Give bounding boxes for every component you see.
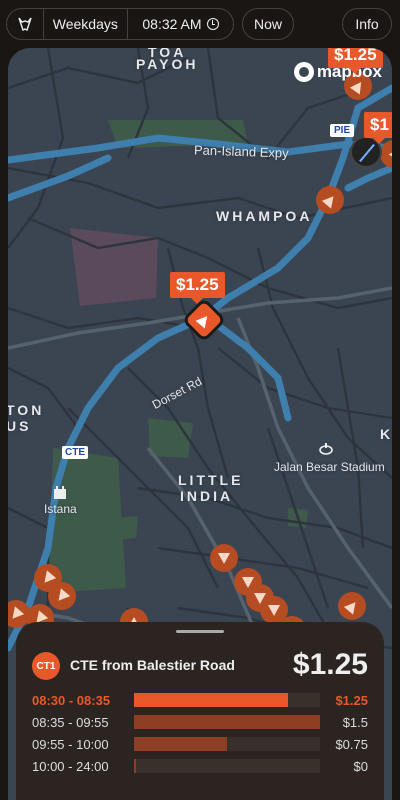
- price-tag-selected[interactable]: $1.25: [170, 272, 225, 304]
- day-filter-label: Weekdays: [52, 16, 118, 32]
- clock-icon: [206, 18, 219, 30]
- gantry-marker[interactable]: [210, 544, 238, 572]
- rate-schedule: 08:30 - 08:35 $1.25 08:35 - 09:55 $1.5 09:55…: [32, 690, 368, 778]
- park-area: [116, 516, 138, 540]
- rate-bar-fill: [134, 759, 136, 773]
- gantry-detail-sheet[interactable]: CT1 CTE from Balestier Road $1.25 08:30 …: [16, 622, 384, 800]
- gantry-marker[interactable]: [338, 592, 366, 620]
- label-little-india-1: LITTLE: [178, 472, 244, 488]
- now-label: Now: [253, 16, 282, 32]
- label-whampoa: WHAMPOA: [216, 208, 313, 224]
- rate-bar: [134, 715, 320, 729]
- label-toa-payoh-2: PAYOH: [136, 56, 199, 72]
- rate-bar: [134, 759, 320, 773]
- rate-row: 10:00 - 24:00 $0: [32, 756, 368, 778]
- rate-bar-fill: [134, 715, 320, 729]
- rate-price: $0.75: [335, 737, 368, 752]
- rate-bar: [134, 737, 320, 751]
- rate-time: 10:00 - 24:00: [32, 759, 109, 774]
- rate-time: 08:35 - 09:55: [32, 715, 109, 730]
- rate-time: 09:55 - 10:00: [32, 737, 109, 752]
- sheet-header: CT1 CTE from Balestier Road $1.25: [32, 648, 368, 684]
- rate-price: $1.5: [342, 715, 368, 730]
- price-tag-top-right[interactable]: $1.25: [328, 48, 383, 74]
- top-bar: Weekdays 08:32 AM Now Info: [0, 0, 400, 48]
- rate-row: 09:55 - 10:00 $0.75: [32, 734, 368, 756]
- cte-shield: CTE: [62, 446, 88, 459]
- time-picker[interactable]: 08:32 AM: [128, 9, 233, 39]
- label-istana: Istana: [44, 502, 77, 516]
- time-label: 08:32 AM: [142, 16, 202, 32]
- stadium-icon: [319, 443, 333, 455]
- rate-bar: [134, 693, 320, 707]
- rate-bar-fill: [134, 693, 289, 707]
- gantry-current-price: $1.25: [292, 648, 368, 681]
- label-jalan-besar-stadium: Jalan Besar Stadium: [274, 460, 385, 474]
- info-label: Info: [355, 16, 379, 32]
- app-root: Weekdays 08:32 AM Now Info TOA PAYOH WHA…: [0, 0, 400, 800]
- rate-price: $0: [353, 759, 368, 774]
- rate-price: $1.25: [335, 693, 368, 708]
- now-button[interactable]: Now: [242, 8, 294, 40]
- label-us: US: [8, 418, 32, 434]
- mapbox-logo-icon: [293, 62, 314, 82]
- label-k: K: [380, 426, 392, 442]
- gantry-marker[interactable]: [316, 186, 344, 214]
- rate-bar-fill: [134, 737, 227, 751]
- info-button[interactable]: Info: [342, 8, 392, 40]
- menu-button[interactable]: [7, 9, 43, 39]
- filter-group: Weekdays 08:32 AM: [6, 8, 234, 40]
- rate-row: 08:35 - 09:55 $1.5: [32, 712, 368, 734]
- pie-shield: PIE: [330, 124, 355, 137]
- rate-time: 08:30 - 08:35: [32, 693, 111, 708]
- rate-row: 08:30 - 08:35 $1.25: [32, 690, 368, 712]
- bull-logo-icon: [18, 17, 32, 31]
- label-ton: TON: [8, 402, 45, 418]
- sheet-drag-handle[interactable]: [176, 630, 224, 633]
- price-tag-right-edge[interactable]: $1: [364, 112, 392, 144]
- landmark-icon: [54, 486, 66, 499]
- day-filter-select[interactable]: Weekdays: [44, 9, 127, 39]
- gantry-name: CTE from Balestier Road: [70, 657, 235, 673]
- park-area: [148, 418, 193, 458]
- gantry-badge: CT1: [32, 652, 60, 680]
- label-little-india-2: INDIA: [180, 488, 234, 504]
- gantry-marker[interactable]: [48, 582, 76, 610]
